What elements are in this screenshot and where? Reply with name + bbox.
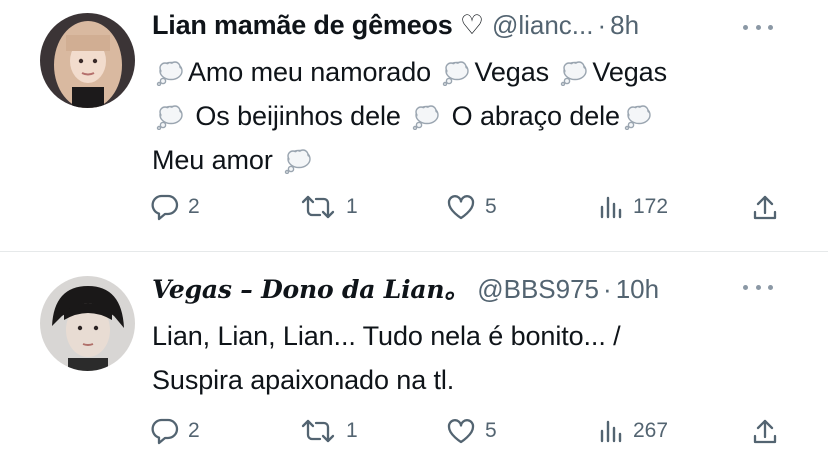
views-icon	[600, 420, 622, 443]
tweet-header: Vegas – Dono da Lian。 @BBS975 · 10h	[152, 270, 659, 304]
separator-dot: ·	[597, 10, 607, 40]
text-segment: Vegas	[474, 57, 550, 87]
more-icon[interactable]	[743, 282, 773, 292]
thought-balloon-icon	[156, 104, 184, 130]
text-segment: Os beijinhos dele	[195, 101, 401, 131]
tweet-text: Amo meu namorado Vegas Vegas Os beijinho…	[152, 50, 788, 182]
timestamp[interactable]: 8h	[610, 10, 639, 41]
tweet-text: Lian, Lian, Lian... Tudo nela é bonito..…	[152, 314, 788, 402]
share-icon	[753, 419, 777, 444]
tweet-2[interactable]: Vegas – Dono da Lian。 @BBS975 · 10h Lian…	[0, 252, 828, 461]
thought-balloon-icon	[624, 104, 652, 130]
views-count: 267	[633, 419, 669, 442]
like-count: 5	[485, 195, 497, 218]
retweet-count: 1	[346, 195, 358, 218]
separator-dot: ·	[603, 274, 612, 304]
retweet-icon	[301, 195, 335, 219]
views-count: 172	[633, 195, 669, 218]
retweet-button[interactable]: 1	[298, 417, 358, 445]
share-button[interactable]	[750, 417, 780, 447]
retweet-button[interactable]: 1	[298, 193, 358, 221]
thought-balloon-icon	[442, 60, 470, 86]
username[interactable]: @BBS975	[477, 274, 599, 305]
tweet-actions: 2 1 5 172	[150, 193, 788, 223]
reply-count: 2	[188, 419, 200, 442]
views-button[interactable]: 267	[597, 417, 668, 445]
text-segment: O abraço dele	[451, 101, 620, 131]
thought-balloon-icon	[156, 60, 184, 86]
views-button[interactable]: 172	[597, 193, 668, 221]
reply-button[interactable]: 2	[150, 193, 200, 221]
like-count: 5	[485, 419, 497, 442]
retweet-icon	[301, 419, 335, 443]
avatar[interactable]	[40, 276, 135, 371]
text-segment: Meu amor	[152, 145, 273, 175]
timestamp[interactable]: 10h	[616, 274, 659, 305]
reply-icon	[151, 194, 179, 221]
text-line: Lian, Lian, Lian... Tudo nela é bonito..…	[152, 321, 621, 351]
tweet-actions: 2 1 5 267	[150, 417, 788, 447]
retweet-count: 1	[346, 419, 358, 442]
like-icon	[447, 419, 475, 444]
like-icon	[447, 195, 475, 220]
text-line: Suspira apaixonado na tl.	[152, 365, 455, 395]
like-button[interactable]: 5	[445, 193, 497, 221]
tweet-header: Lian mamãe de gêmeos ♡ @lianc... · 8h	[152, 10, 639, 44]
share-button[interactable]	[750, 193, 780, 223]
text-segment: Vegas	[592, 57, 667, 87]
username[interactable]: @lianc...	[492, 10, 594, 41]
avatar[interactable]	[40, 13, 135, 108]
tweet-1[interactable]: Lian mamãe de gêmeos ♡ @lianc... · 8h Am…	[0, 0, 828, 252]
thought-balloon-icon	[284, 148, 312, 174]
reply-icon	[151, 418, 179, 445]
text-segment: Amo meu namorado	[188, 57, 432, 87]
like-button[interactable]: 5	[445, 417, 497, 445]
display-name[interactable]: Lian mamãe de gêmeos ♡	[152, 10, 484, 41]
reply-count: 2	[188, 195, 200, 218]
reply-button[interactable]: 2	[150, 417, 200, 445]
views-icon	[600, 196, 622, 219]
share-icon	[753, 195, 777, 220]
thought-balloon-icon	[560, 60, 588, 86]
more-icon[interactable]	[743, 22, 773, 32]
thought-balloon-icon	[412, 104, 440, 130]
display-name[interactable]: Vegas – Dono da Lian。	[152, 270, 469, 306]
